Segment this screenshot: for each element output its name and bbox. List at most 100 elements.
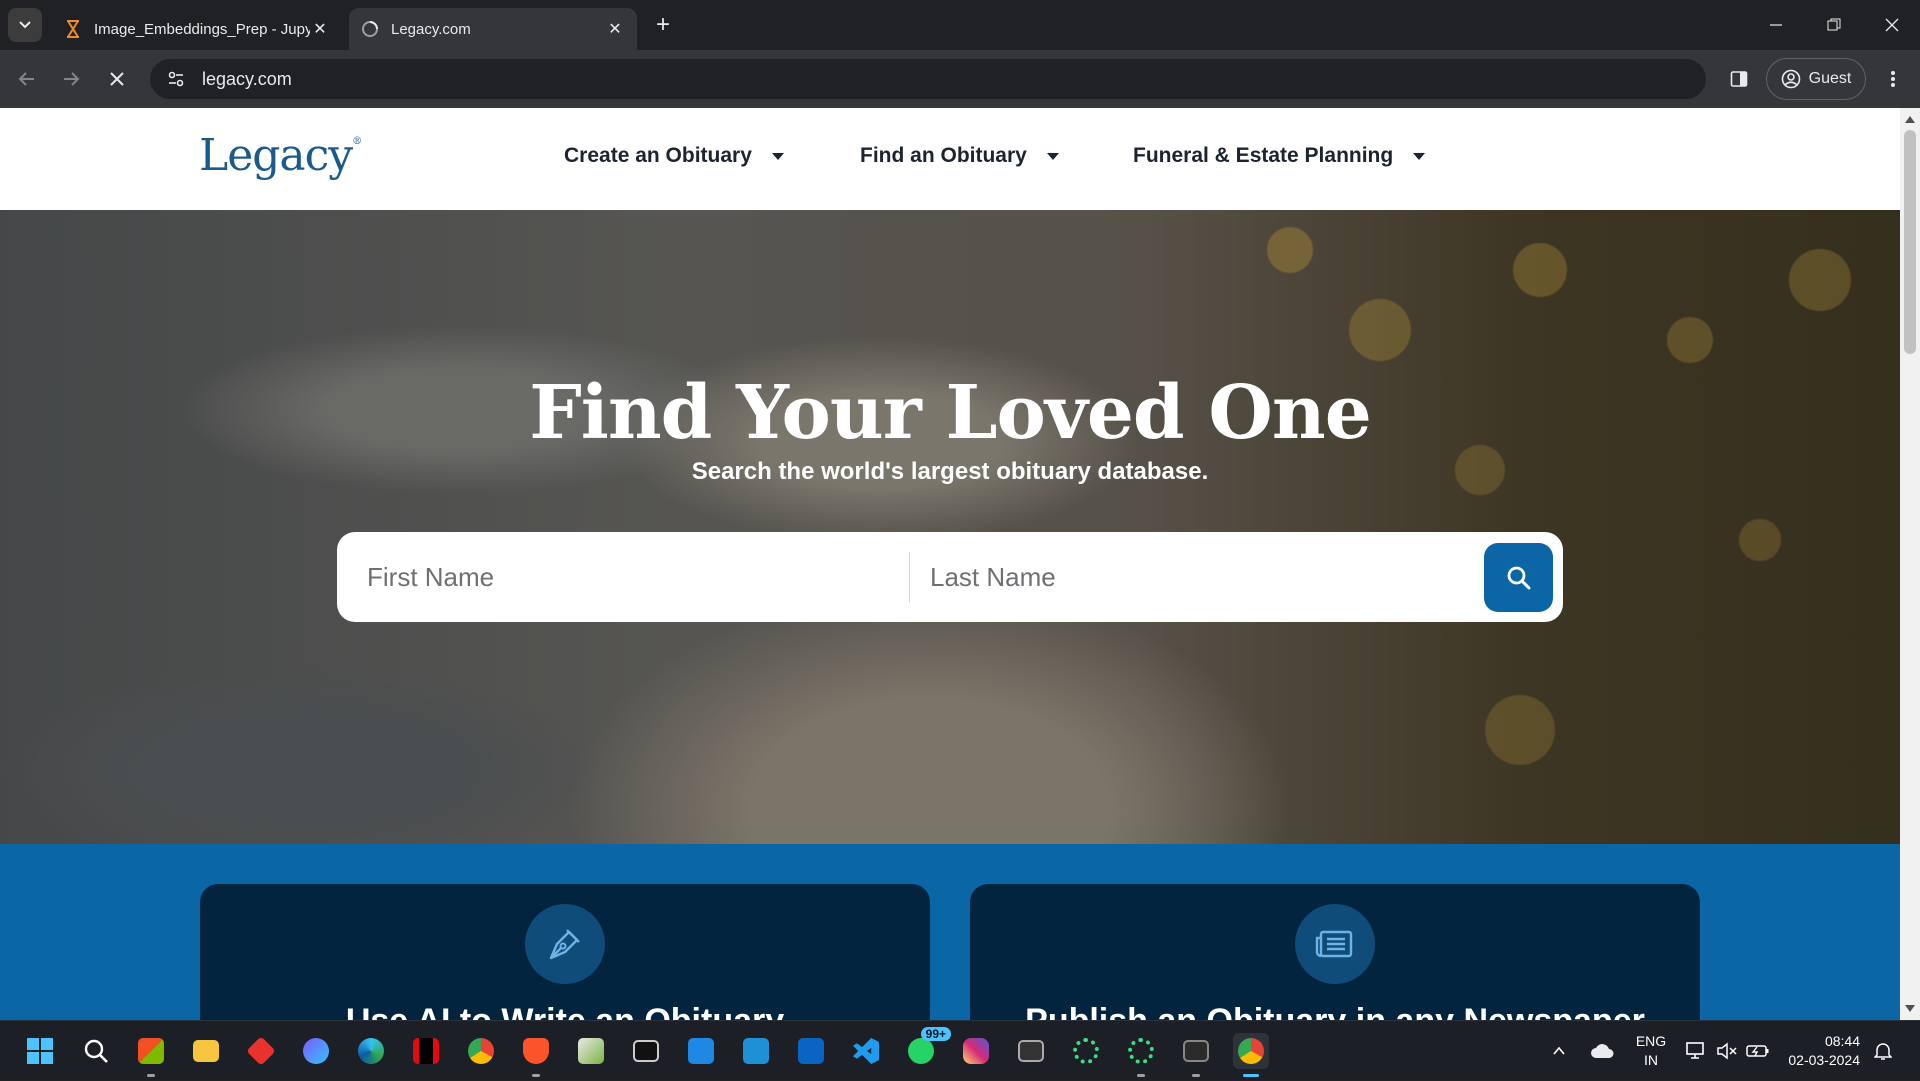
onedrive-tray[interactable]	[1590, 1021, 1614, 1081]
close-window-button[interactable]	[1864, 0, 1920, 50]
taskbar-vscode[interactable]	[848, 1033, 884, 1069]
clock[interactable]: 08:44 02-03-2024	[1780, 1032, 1860, 1070]
site-header: Legacy® Create an Obituary Find an Obitu…	[0, 108, 1900, 210]
card-ai-obituary[interactable]: Use AI to Write an Obituary	[200, 884, 930, 1020]
nav-label: Create an Obituary	[564, 144, 752, 167]
taskbar-whatsapp[interactable]: 99+	[903, 1027, 951, 1069]
taskbar-windows-terminal[interactable]	[1178, 1033, 1214, 1077]
scrollbar-thumb[interactable]	[1904, 130, 1916, 354]
show-hidden-icons-button[interactable]	[1552, 1021, 1566, 1081]
legacy-logo[interactable]: Legacy®	[199, 130, 362, 181]
side-panel-button[interactable]	[1722, 62, 1756, 96]
volume-muted-icon	[1717, 1042, 1737, 1060]
netflix-icon	[413, 1038, 439, 1064]
windows-taskbar: 99+ ENG IN 08:44 02-03-2024	[0, 1020, 1920, 1080]
tab-jupyter[interactable]: Image_Embeddings_Prep - Jupyter ✕	[52, 8, 342, 50]
tab-legacy[interactable]: Legacy.com ✕	[349, 8, 637, 50]
copilot-icon	[303, 1038, 329, 1064]
taskbar-app-window[interactable]	[1013, 1033, 1049, 1069]
nav-funeral-estate-planning[interactable]: Funeral & Estate Planning	[1133, 144, 1426, 168]
stop-loading-button[interactable]	[100, 62, 134, 96]
whatsapp-icon	[908, 1038, 934, 1064]
chrome-icon	[1238, 1038, 1264, 1064]
bell-icon	[1874, 1043, 1892, 1060]
taskbar-brave[interactable]	[518, 1033, 554, 1077]
instagram-icon	[963, 1038, 989, 1064]
taskbar-prime-video[interactable]	[738, 1033, 774, 1069]
minimize-button[interactable]	[1748, 0, 1804, 50]
profile-button[interactable]: Guest	[1766, 58, 1866, 100]
taskbar-instagram[interactable]	[958, 1033, 994, 1069]
windows-logo-icon	[27, 1038, 53, 1064]
caret-down-icon	[771, 152, 784, 160]
close-tab-icon[interactable]: ✕	[605, 19, 625, 39]
brave-icon	[523, 1038, 549, 1064]
console-icon	[633, 1040, 659, 1062]
site-info-icon[interactable]	[156, 59, 196, 99]
taskbar-outlook[interactable]	[793, 1033, 829, 1069]
browser-menu-button[interactable]	[1876, 62, 1910, 96]
taskbar-spinner-app-1[interactable]	[1068, 1033, 1104, 1069]
url-text[interactable]: legacy.com	[202, 69, 292, 90]
taskbar-search-button[interactable]	[78, 1033, 114, 1069]
network-tray[interactable]	[1686, 1021, 1708, 1081]
language-indicator[interactable]: ENG IN	[1628, 1032, 1674, 1070]
search-icon	[1507, 566, 1530, 589]
services-band: Use AI to Write an Obituary Publish an O…	[0, 844, 1900, 1020]
taskbar-chrome[interactable]	[463, 1033, 499, 1069]
browser-toolbar: legacy.com Guest	[0, 50, 1920, 108]
page-scrollbar[interactable]	[1900, 108, 1920, 1020]
caret-down-icon	[1413, 152, 1426, 160]
scroll-down-arrow-icon[interactable]	[1905, 1005, 1915, 1012]
side-panel-icon	[1730, 71, 1748, 87]
taskbar-app-red[interactable]	[243, 1033, 279, 1069]
notifications-button[interactable]	[1874, 1021, 1892, 1081]
scroll-up-arrow-icon[interactable]	[1905, 116, 1915, 123]
notification-badge: 99+	[920, 1027, 951, 1041]
edge-icon	[358, 1038, 384, 1064]
first-name-input[interactable]: First Name	[367, 532, 887, 622]
address-bar[interactable]: legacy.com	[150, 59, 1706, 99]
battery-charging-icon	[1746, 1045, 1769, 1057]
new-tab-button[interactable]: +	[648, 10, 678, 40]
taskbar-spinner-app-2[interactable]	[1123, 1033, 1159, 1077]
cloud-icon	[1591, 1044, 1614, 1058]
newspaper-icon	[1295, 904, 1375, 984]
hero-title: Find Your Loved One	[529, 370, 1372, 456]
taskbar-file-explorer[interactable]	[188, 1033, 224, 1069]
taskbar-image-app[interactable]	[573, 1033, 609, 1069]
taskbar-edge[interactable]	[353, 1033, 389, 1069]
taskbar-store[interactable]	[133, 1033, 169, 1077]
taskbar-app-blue[interactable]	[683, 1033, 719, 1069]
running-indicator	[1137, 1074, 1145, 1077]
card-publish-newspaper[interactable]: Publish an Obituary in any Newspaper	[970, 884, 1700, 1020]
card-title: Publish an Obituary in any Newspaper	[970, 1002, 1700, 1020]
start-button[interactable]	[22, 1033, 58, 1069]
search-button[interactable]	[1484, 543, 1553, 612]
taskbar-terminal-window[interactable]	[628, 1033, 664, 1069]
battery-tray[interactable]	[1746, 1021, 1770, 1081]
obituary-search-form: First Name Last Name	[337, 532, 1563, 622]
tab-title: Legacy.com	[391, 20, 471, 38]
chrome-icon	[468, 1038, 494, 1064]
taskbar-chrome-active[interactable]	[1233, 1033, 1269, 1077]
chevron-up-icon	[1553, 1046, 1565, 1055]
volume-tray[interactable]	[1716, 1021, 1738, 1081]
taskbar-netflix[interactable]	[408, 1033, 444, 1069]
forward-button[interactable]	[54, 62, 88, 96]
restore-button[interactable]	[1806, 0, 1862, 50]
close-tab-icon[interactable]: ✕	[310, 19, 330, 39]
network-icon	[1686, 1042, 1704, 1059]
image-app-icon	[578, 1038, 604, 1064]
vscode-icon	[853, 1038, 879, 1064]
nav-find-obituary[interactable]: Find an Obituary	[860, 144, 1059, 168]
running-indicator	[1192, 1074, 1200, 1077]
tab-search-button[interactable]	[8, 8, 42, 42]
last-name-input[interactable]: Last Name	[930, 532, 1450, 622]
close-icon	[1885, 18, 1899, 32]
nav-create-obituary[interactable]: Create an Obituary	[564, 144, 784, 168]
taskbar-copilot[interactable]	[298, 1033, 334, 1069]
back-button[interactable]	[10, 62, 44, 96]
running-indicator	[532, 1074, 540, 1077]
restore-icon	[1827, 18, 1841, 31]
